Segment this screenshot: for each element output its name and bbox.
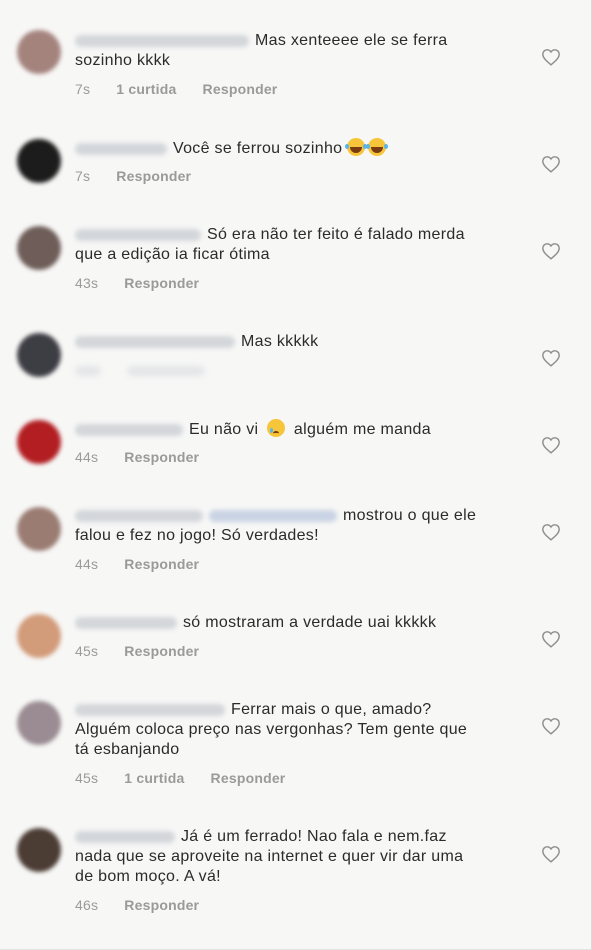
comment-line: só mostraram a verdade uai kkkkk: [183, 614, 437, 631]
username-blurred[interactable]: [75, 703, 225, 716]
comment-meta: 44s Responder: [75, 555, 221, 573]
avatar[interactable]: [17, 333, 61, 377]
reply-button[interactable]: Responder: [124, 275, 199, 291]
heart-icon[interactable]: [541, 48, 561, 66]
comment-line: nada que se aproveite na internet e quer…: [75, 848, 464, 865]
comment-meta: 46s Responder: [75, 896, 221, 914]
comment-line: Só era não ter feito é falado merda: [207, 226, 465, 243]
comment-meta: 45s 1 curtida Responder: [75, 769, 307, 787]
comment-text: Já é um ferrado! Nao fala e nem.faz nada…: [75, 827, 515, 887]
reply-button[interactable]: Responder: [203, 81, 278, 97]
comment-line: Mas kkkkk: [241, 333, 319, 350]
heart-icon[interactable]: [541, 523, 561, 541]
reply-button[interactable]: Responder: [124, 556, 199, 572]
timestamp: 7s: [75, 168, 91, 184]
comment-line: Alguém coloca preço nas vergonhas? Tem g…: [75, 721, 468, 738]
username-blurred[interactable]: [75, 34, 249, 47]
heart-icon[interactable]: [541, 630, 561, 648]
comment-line: tá esbanjando: [75, 741, 180, 758]
comment-line: Já é um ferrado! Nao fala e nem.faz: [181, 828, 447, 845]
username-blurred[interactable]: [75, 423, 183, 436]
comment-line: falou e fez no jogo! Só verdades!: [75, 527, 319, 544]
comment-text: só mostraram a verdade uai kkkkk: [75, 613, 515, 633]
timestamp: 45s: [75, 770, 99, 786]
comment-line: que a edição ia ficar ótima: [75, 246, 270, 263]
avatar[interactable]: [17, 226, 61, 270]
avatar[interactable]: [17, 507, 61, 551]
timestamp: 44s: [75, 556, 99, 572]
comment-line: de bom moço. A vá!: [75, 868, 221, 885]
heart-icon[interactable]: [541, 717, 561, 735]
comment-text: Você se ferrou sozinho: [75, 138, 515, 159]
mention-blurred[interactable]: [209, 509, 337, 522]
timestamp: 7s: [75, 81, 91, 97]
face-with-tears-of-joy-icon: [366, 138, 387, 156]
comment-meta: 7s Responder: [75, 167, 213, 185]
comment-meta: 44s Responder: [75, 448, 221, 466]
timestamp-blurred: [75, 366, 101, 377]
comment-meta: 7s 1 curtida Responder: [75, 80, 299, 98]
face-with-tears-of-joy-icon: [345, 138, 366, 156]
timestamp: 46s: [75, 897, 99, 913]
timestamp: 45s: [75, 643, 99, 659]
avatar[interactable]: [17, 614, 61, 658]
comment-meta: 43s Responder: [75, 274, 221, 292]
username-blurred[interactable]: [75, 830, 175, 843]
avatar[interactable]: [17, 139, 61, 183]
comment-line: mostrou o que ele: [343, 507, 477, 524]
likes-count[interactable]: 1 curtida: [116, 81, 176, 97]
comment-text: mostrou o que ele falou e fez no jogo! S…: [75, 506, 515, 546]
comment-line: sozinho kkkk: [75, 52, 171, 69]
comment-text: Só era não ter feito é falado merda que …: [75, 225, 515, 265]
comment-meta: 45s Responder: [75, 642, 221, 660]
timestamp: 44s: [75, 449, 99, 465]
heart-icon[interactable]: [541, 436, 561, 454]
avatar[interactable]: [17, 701, 61, 745]
likes-count[interactable]: 1 curtida: [124, 770, 184, 786]
comments-panel: Mas xenteeee ele se ferra sozinho kkkk 7…: [0, 0, 592, 950]
username-blurred[interactable]: [75, 335, 235, 348]
comment-text: Mas kkkkk: [75, 332, 515, 352]
comment-text: Ferrar mais o que, amado? Alguém coloca …: [75, 700, 515, 760]
comment-line: Eu não vi: [189, 421, 259, 438]
reply-button[interactable]: Responder: [124, 897, 199, 913]
heart-icon[interactable]: [541, 349, 561, 367]
heart-icon[interactable]: [541, 155, 561, 173]
comment-line: alguém me manda: [293, 421, 431, 438]
comment-text: Eu não vi alguém me manda: [75, 419, 515, 440]
heart-icon[interactable]: [541, 845, 561, 863]
username-blurred[interactable]: [75, 142, 167, 155]
reply-button[interactable]: Responder: [211, 770, 286, 786]
avatar[interactable]: [17, 420, 61, 464]
reply-button[interactable]: Responder: [124, 449, 199, 465]
comment-line: Você se ferrou sozinho: [173, 140, 343, 157]
heart-icon[interactable]: [541, 242, 561, 260]
reply-button-blurred[interactable]: [127, 366, 206, 377]
comment-line: Mas xenteeee ele se ferra: [255, 32, 448, 49]
username-blurred[interactable]: [75, 228, 201, 241]
comment-meta: [75, 361, 227, 379]
comment-text: Mas xenteeee ele se ferra sozinho kkkk: [75, 31, 515, 71]
comment-line: Ferrar mais o que, amado?: [231, 701, 432, 718]
crying-face-icon: [267, 419, 286, 437]
reply-button[interactable]: Responder: [116, 168, 191, 184]
avatar[interactable]: [17, 30, 61, 74]
username-blurred[interactable]: [75, 509, 203, 522]
timestamp: 43s: [75, 275, 99, 291]
username-blurred[interactable]: [75, 616, 177, 629]
avatar[interactable]: [17, 828, 61, 872]
reply-button[interactable]: Responder: [124, 643, 199, 659]
